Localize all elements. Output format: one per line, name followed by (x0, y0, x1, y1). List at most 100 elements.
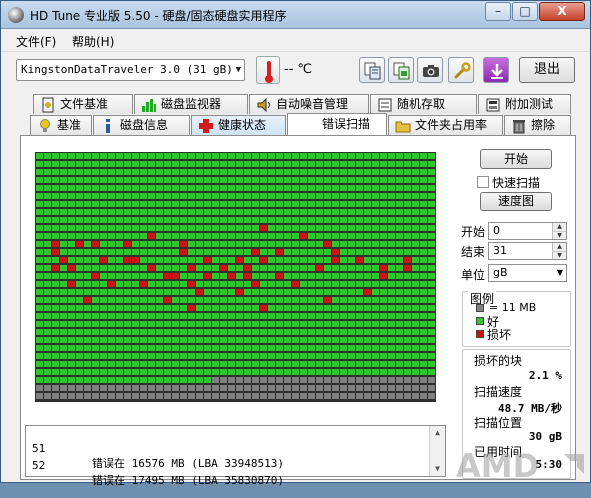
block-cell (348, 249, 355, 255)
block-cell (244, 201, 251, 207)
block-cell (204, 201, 211, 207)
block-cell (404, 321, 411, 327)
menu-bar: 文件(F) 帮助(H) (1, 29, 590, 51)
maximize-button[interactable]: □ (512, 2, 538, 21)
copy-info-button[interactable] (388, 57, 414, 83)
block-cell (100, 297, 107, 303)
block-cell (212, 337, 219, 343)
block-cell (156, 393, 163, 399)
block-cell (188, 225, 195, 231)
quick-scan-checkbox[interactable] (477, 176, 489, 188)
tab-benchmark[interactable]: 基准 (30, 115, 92, 135)
minimize-button[interactable]: – (485, 2, 511, 21)
block-cell (60, 393, 67, 399)
spin-up-icon[interactable]: ▲ (552, 243, 566, 251)
scroll-down-icon[interactable]: ▼ (430, 462, 445, 476)
block-cell (420, 265, 427, 271)
start-scan-button[interactable]: 开始 (480, 149, 552, 169)
log-scrollbar[interactable]: ▲ ▼ (429, 426, 445, 476)
block-cell (196, 273, 203, 279)
block-cell (60, 313, 67, 319)
block-cell (36, 193, 43, 199)
tab-noise-management[interactable]: 自动噪音管理 (249, 94, 369, 114)
block-cell (124, 297, 131, 303)
block-cell (172, 249, 179, 255)
tab-disk-info[interactable]: 磁盘信息 (93, 115, 190, 135)
tab-error-scan[interactable]: 错误扫描 (287, 113, 387, 136)
block-cell (196, 385, 203, 391)
block-cell (252, 281, 259, 287)
block-cell (196, 289, 203, 295)
options-wrench-icon (454, 62, 471, 79)
block-cell (396, 353, 403, 359)
block-cell (348, 281, 355, 287)
spin-down-icon[interactable]: ▼ (552, 251, 566, 259)
block-cell (372, 305, 379, 311)
spin-up-icon[interactable]: ▲ (552, 223, 566, 231)
block-cell (124, 177, 131, 183)
block-cell (180, 385, 187, 391)
tab-random-access[interactable]: 随机存取 (370, 94, 477, 114)
block-cell (140, 305, 147, 311)
block-cell (132, 185, 139, 191)
block-cell (108, 193, 115, 199)
title-bar[interactable]: HD Tune 专业版 5.50 - 硬盘/固态硬盘实用程序 – □ X (1, 1, 590, 29)
block-cell (324, 281, 331, 287)
unit-select[interactable]: gB ▼ (488, 264, 567, 282)
block-cell (36, 225, 43, 231)
block-cell (276, 209, 283, 215)
block-cell (260, 393, 267, 399)
block-cell (68, 361, 75, 367)
block-cell (348, 201, 355, 207)
tab-health[interactable]: 健康状态 (191, 115, 286, 135)
block-cell (308, 273, 315, 279)
block-cell (100, 337, 107, 343)
block-cell (140, 265, 147, 271)
start-spinbox[interactable]: 0 ▲ ▼ (488, 222, 567, 240)
block-cell (108, 377, 115, 383)
block-cell (284, 217, 291, 223)
copy-text-button[interactable] (359, 57, 385, 83)
block-cell (284, 209, 291, 215)
end-spinbox[interactable]: 31 ▲ ▼ (488, 242, 567, 260)
block-cell (388, 201, 395, 207)
block-cell (420, 201, 427, 207)
speed-map-button[interactable]: 速度图 (480, 192, 552, 211)
block-cell (68, 249, 75, 255)
block-cell (188, 393, 195, 399)
tab-erase[interactable]: 擦除 (504, 115, 571, 135)
block-cell (140, 329, 147, 335)
close-button[interactable]: X (539, 2, 585, 21)
block-cell (212, 385, 219, 391)
block-cell (324, 329, 331, 335)
info-icon (106, 119, 110, 133)
block-cell (164, 161, 171, 167)
tab-file-benchmark[interactable]: 文件基准 (33, 94, 133, 114)
block-cell (308, 353, 315, 359)
block-cell (100, 369, 107, 375)
block-cell (380, 201, 387, 207)
block-cell (244, 337, 251, 343)
block-cell (228, 265, 235, 271)
download-button[interactable] (483, 57, 509, 83)
tab-extra-tests[interactable]: 附加测试 (478, 94, 571, 114)
menu-file[interactable]: 文件(F) (16, 33, 56, 50)
scroll-up-icon[interactable]: ▲ (430, 426, 445, 440)
block-cell (140, 161, 147, 167)
menu-help[interactable]: 帮助(H) (72, 33, 114, 50)
tab-folder-usage[interactable]: 文件夹占用率 (388, 115, 503, 135)
block-cell (380, 193, 387, 199)
exit-button[interactable]: 退出 (519, 57, 575, 83)
block-cell (52, 193, 59, 199)
chevron-down-icon: ▼ (235, 65, 241, 75)
block-cell (148, 337, 155, 343)
block-cell (388, 209, 395, 215)
tab-disk-monitor[interactable]: 磁盘监视器 (134, 94, 248, 114)
screenshot-button[interactable] (417, 57, 443, 83)
block-cell (108, 241, 115, 247)
options-button[interactable] (448, 57, 474, 83)
block-cell (108, 185, 115, 191)
drive-select[interactable]: KingstonDataTraveler 3.0 (31 gB) ▼ (16, 59, 245, 81)
block-cell (300, 345, 307, 351)
spin-down-icon[interactable]: ▼ (552, 231, 566, 239)
